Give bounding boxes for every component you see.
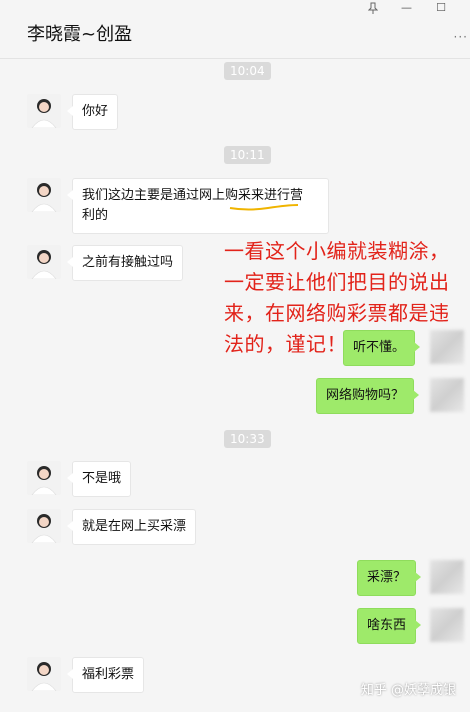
minimize-button[interactable]: — (401, 2, 412, 14)
chat-title: 李晓霞~创盈 (27, 24, 133, 45)
contact-avatar[interactable] (27, 509, 61, 543)
maximize-button[interactable]: ☐ (436, 2, 446, 14)
more-options-icon[interactable]: ··· (454, 30, 468, 44)
message-bubble-self[interactable]: 啥东西 (357, 608, 422, 644)
chat-header: 李晓霞~创盈 — ☐ ··· (0, 0, 470, 59)
message-bubble-self[interactable]: 采漂？ (357, 560, 422, 596)
annotation-text: 一看这个小编就装糊涂，一定要让他们把目的说出来，在网络购彩票都是违法的，谨记！ (224, 239, 450, 356)
self-avatar-blurred (430, 560, 464, 594)
contact-avatar[interactable] (27, 94, 61, 128)
self-avatar-blurred (430, 608, 464, 642)
highlight-underline (229, 204, 299, 211)
timestamp: 10:11 (224, 146, 271, 164)
timestamp: 10:04 (224, 62, 271, 80)
message-bubble[interactable]: 就是在网上买采漂 (66, 509, 197, 545)
message-bubble[interactable]: 你好 (66, 94, 119, 130)
contact-avatar[interactable] (27, 657, 61, 691)
message-bubble-self[interactable]: 网络购物吗？ (316, 378, 420, 414)
contact-avatar[interactable] (27, 461, 61, 495)
watermark: 知乎 @妖孽成银 (360, 683, 456, 698)
self-avatar-blurred (430, 378, 464, 412)
message-bubble[interactable]: 福利彩票 (66, 657, 145, 693)
contact-avatar[interactable] (27, 245, 61, 279)
message-bubble[interactable]: 之前有接触过吗 (66, 245, 184, 281)
message-bubble[interactable]: 我们这边主要是通过网上购采来进行营 利的 (67, 178, 329, 234)
timestamp: 10:33 (224, 430, 271, 448)
message-bubble[interactable]: 不是哦 (66, 461, 132, 497)
pin-icon[interactable] (367, 2, 379, 17)
contact-avatar[interactable] (27, 178, 61, 212)
